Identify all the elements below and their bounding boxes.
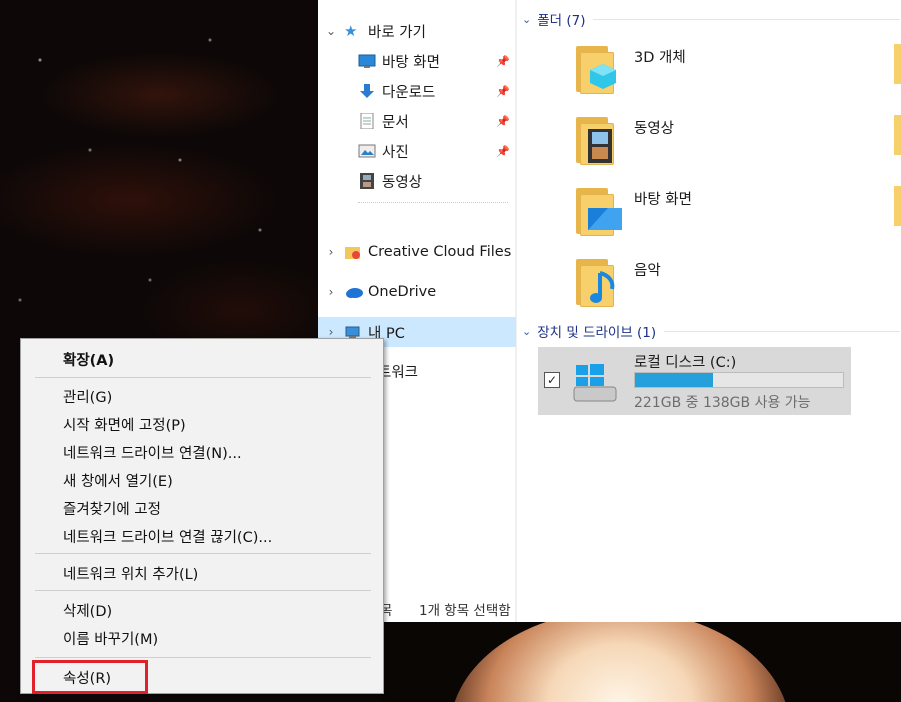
folder-name[interactable]: 동영상	[634, 117, 674, 138]
document-icon	[358, 112, 376, 130]
menu-item-rename[interactable]: 이름 바꾸기(M)	[21, 624, 383, 652]
menu-item-manage[interactable]: 관리(G)	[21, 382, 383, 410]
chevron-right-icon[interactable]: ›	[318, 245, 344, 259]
highlight-box	[32, 660, 148, 694]
pictures-icon	[358, 143, 376, 159]
checkbox[interactable]: ✓	[544, 372, 560, 388]
file-explorer-window: ⌄ ★ 바로 가기 바탕 화면 📌 다운로드 📌 문서 📌 사진 📌 동영상 ›…	[318, 0, 901, 622]
folder-videos-icon[interactable]	[574, 113, 622, 165]
folder-name[interactable]: 음악	[634, 259, 661, 280]
nav-item-pictures[interactable]: 사진 📌	[318, 136, 516, 166]
menu-item-disconnect-drive[interactable]: 네트워크 드라이브 연결 끊기(C)...	[21, 522, 383, 550]
drives-group-header[interactable]: ⌄ 장치 및 드라이브 (1)	[522, 321, 900, 341]
menu-item-pin-quick-access[interactable]: 즐겨찾기에 고정	[21, 494, 383, 522]
folder-partial-icon[interactable]	[894, 115, 901, 155]
menu-item-map-network-drive[interactable]: 네트워크 드라이브 연결(N)...	[21, 438, 383, 466]
chevron-down-icon[interactable]: ⌄	[318, 24, 344, 38]
desktop-icon	[358, 53, 376, 69]
nav-label: 트워크	[378, 364, 419, 381]
pin-icon[interactable]: 📌	[496, 145, 510, 158]
videos-icon	[358, 173, 376, 189]
creative-cloud-folder-icon	[344, 244, 362, 260]
chevron-right-icon[interactable]: ›	[318, 285, 344, 299]
drive-free-space: 221GB 중 138GB 사용 가능	[634, 395, 811, 411]
status-bar: 목 1개 항목 선택함	[318, 596, 901, 622]
menu-item-pin-start[interactable]: 시작 화면에 고정(P)	[21, 410, 383, 438]
windows-drive-icon	[573, 364, 617, 402]
pin-icon[interactable]: 📌	[496, 115, 510, 128]
status-selected: 1개 항목 선택함	[419, 603, 511, 619]
chevron-right-icon[interactable]: ›	[318, 325, 344, 339]
chevron-down-icon[interactable]: ⌄	[522, 13, 531, 26]
menu-item-add-network-location[interactable]: 네트워크 위치 추가(L)	[21, 559, 383, 587]
folder-partial-icon[interactable]	[894, 186, 901, 226]
nav-item-onedrive[interactable]: › OneDrive	[318, 277, 516, 307]
nav-label: 바로 가기	[368, 24, 426, 41]
nav-label: 사진	[382, 144, 409, 161]
nav-item-documents[interactable]: 문서 📌	[318, 106, 516, 136]
pin-icon[interactable]: 📌	[496, 55, 510, 68]
nav-label: OneDrive	[368, 284, 437, 300]
nav-label: Creative Cloud Files	[368, 244, 512, 260]
pin-icon[interactable]: 📌	[496, 85, 510, 98]
drive-c-tile[interactable]: ✓ 로컬 디스크 (C:) 221GB 중 138GB 사용 가능	[538, 347, 851, 415]
content-pane: ⌄ 폴더 (7) 3D 개체 동영상 바탕 화면 음악 ⌄ 장치 및 드라이브 …	[516, 0, 901, 622]
drive-name: 로컬 디스크 (C:)	[634, 355, 737, 371]
nav-item-videos[interactable]: 동영상	[318, 166, 516, 196]
nav-item-downloads[interactable]: 다운로드 📌	[318, 76, 516, 106]
drive-usage-fill	[635, 373, 714, 387]
folder-3d-objects-icon[interactable]	[574, 42, 622, 94]
menu-item-open-new-window[interactable]: 새 창에서 열기(E)	[21, 466, 383, 494]
onedrive-cloud-icon	[344, 284, 363, 300]
nav-label: 다운로드	[382, 84, 436, 101]
wallpaper-sun	[380, 622, 901, 702]
context-menu: 확장(A) 관리(G) 시작 화면에 고정(P) 네트워크 드라이브 연결(N)…	[20, 338, 384, 694]
folder-music-icon[interactable]	[574, 255, 622, 307]
nav-label: 동영상	[382, 174, 423, 191]
scroll-fade	[358, 202, 508, 206]
folders-group-header[interactable]: ⌄ 폴더 (7)	[522, 9, 900, 29]
nav-label: 문서	[382, 114, 409, 131]
folder-name[interactable]: 3D 개체	[634, 46, 686, 67]
menu-item-delete[interactable]: 삭제(D)	[21, 596, 383, 624]
group-title: 장치 및 드라이브 (1)	[537, 325, 657, 341]
drive-usage-bar	[634, 372, 844, 388]
nav-quick-access[interactable]: ⌄ ★ 바로 가기	[318, 16, 516, 46]
nav-item-desktop[interactable]: 바탕 화면 📌	[318, 46, 516, 76]
group-title: 폴더 (7)	[537, 13, 586, 29]
folder-desktop-icon[interactable]	[574, 184, 622, 236]
nav-label: 바탕 화면	[382, 54, 440, 71]
menu-item-expand[interactable]: 확장(A)	[21, 345, 383, 373]
folder-name[interactable]: 바탕 화면	[634, 188, 692, 209]
star-icon: ★	[344, 22, 358, 40]
chevron-down-icon[interactable]: ⌄	[522, 325, 531, 338]
nav-item-creative-cloud[interactable]: › Creative Cloud Files	[318, 237, 516, 267]
download-arrow-icon	[358, 83, 376, 99]
folder-partial-icon[interactable]	[894, 44, 901, 84]
